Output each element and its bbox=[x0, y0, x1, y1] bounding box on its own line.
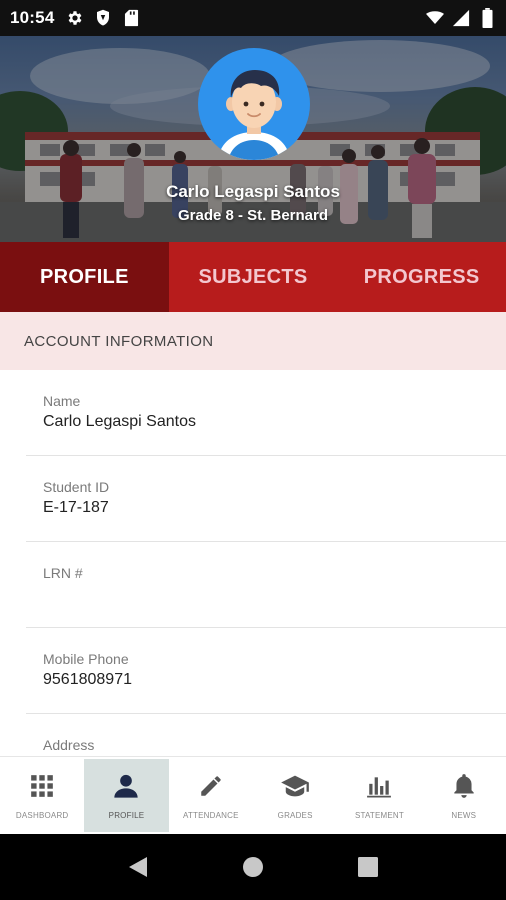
gear-icon bbox=[66, 9, 84, 27]
nav-label: GRADES bbox=[277, 811, 313, 820]
field-value: 9561808971 bbox=[43, 671, 132, 688]
pencil-icon bbox=[196, 771, 226, 801]
tab-subjects[interactable]: SUBJECTS bbox=[169, 242, 338, 312]
field-value bbox=[43, 584, 506, 604]
nav-label: NEWS bbox=[451, 811, 477, 820]
student-grade-section: Grade 8 - St. Bernard bbox=[177, 207, 329, 224]
wifi-icon bbox=[426, 9, 444, 27]
field-value: Carlo Legaspi Santos bbox=[43, 413, 196, 430]
graduation-cap-icon bbox=[280, 771, 310, 801]
nav-profile[interactable]: PROFILE bbox=[84, 759, 169, 832]
nav-label: STATEMENT bbox=[354, 811, 404, 820]
field-student-id: Student ID E-17-187 bbox=[26, 456, 506, 542]
nav-label: ATTENDANCE bbox=[183, 811, 239, 820]
battery-icon bbox=[478, 8, 496, 28]
system-navigation-bar bbox=[0, 834, 506, 900]
student-name: Carlo Legaspi Santos bbox=[166, 182, 340, 201]
profile-header: Carlo Legaspi Santos Grade 8 - St. Berna… bbox=[0, 36, 506, 242]
signal-icon bbox=[452, 9, 470, 27]
profile-tabs: PROFILE SUBJECTS PROGRESS bbox=[0, 242, 506, 312]
field-address: Address bbox=[26, 714, 506, 756]
nav-dashboard[interactable]: DASHBOARD bbox=[0, 759, 84, 832]
nav-label: DASHBOARD bbox=[15, 811, 69, 820]
home-icon[interactable] bbox=[233, 847, 273, 887]
field-name: Name Carlo Legaspi Santos bbox=[26, 370, 506, 456]
section-header-account-information: ACCOUNT INFORMATION bbox=[0, 312, 506, 370]
field-label: LRN # bbox=[43, 565, 83, 581]
recents-icon[interactable] bbox=[348, 847, 388, 887]
field-mobile-phone: Mobile Phone 9561808971 bbox=[26, 628, 506, 714]
field-lrn: LRN # bbox=[26, 542, 506, 628]
nav-grades[interactable]: GRADES bbox=[253, 759, 337, 832]
bottom-navigation: DASHBOARD PROFILE ATTENDANCE GRADES STAT… bbox=[0, 756, 506, 834]
bell-icon bbox=[449, 771, 479, 801]
nav-label: PROFILE bbox=[108, 811, 145, 820]
nav-statement[interactable]: STATEMENT bbox=[337, 759, 421, 832]
person-icon bbox=[111, 771, 141, 801]
tab-profile[interactable]: PROFILE bbox=[0, 242, 169, 312]
status-time: 10:54 bbox=[10, 8, 55, 27]
tab-progress[interactable]: PROGRESS bbox=[337, 242, 506, 312]
avatar[interactable] bbox=[198, 48, 310, 160]
nav-news[interactable]: NEWS bbox=[422, 759, 506, 832]
field-label: Student ID bbox=[43, 479, 110, 495]
field-label: Mobile Phone bbox=[43, 651, 129, 667]
field-value: E-17-187 bbox=[43, 499, 109, 516]
back-icon[interactable] bbox=[118, 847, 158, 887]
field-label: Address bbox=[43, 737, 95, 753]
grid-icon bbox=[27, 771, 57, 801]
bar-chart-icon bbox=[364, 771, 394, 801]
nav-attendance[interactable]: ATTENDANCE bbox=[169, 759, 253, 832]
sd-card-icon bbox=[122, 9, 140, 27]
field-label: Name bbox=[43, 393, 81, 409]
shield-icon bbox=[94, 9, 112, 27]
account-fields-list[interactable]: Name Carlo Legaspi Santos Student ID E-1… bbox=[0, 370, 506, 756]
status-bar: 10:54 bbox=[0, 0, 506, 36]
